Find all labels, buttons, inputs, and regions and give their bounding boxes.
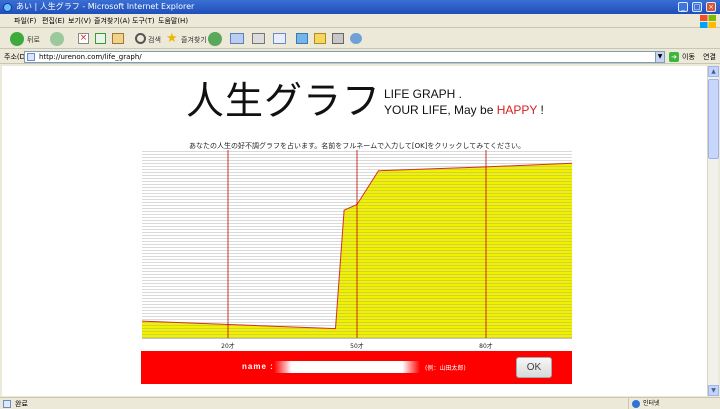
search-icon[interactable] — [135, 33, 146, 44]
home-icon[interactable] — [112, 33, 124, 44]
life-graph-svg: 20才 50才 80才 — [142, 150, 572, 350]
chart-x-tick-label: 80才 — [479, 342, 493, 350]
tagline-prefix: YOUR LIFE, May be — [384, 103, 497, 117]
site-tagline-line2: YOUR LIFE, May be HAPPY ! — [384, 103, 544, 117]
menu-help[interactable]: 도움말(H) — [158, 14, 188, 28]
browser-window: あい | 人生グラフ - Microsoft Internet Explorer… — [0, 0, 720, 409]
discuss-icon[interactable] — [296, 33, 308, 44]
ie-logo-icon — [3, 3, 12, 12]
address-dropdown-icon[interactable]: ▼ — [655, 52, 664, 62]
scroll-thumb[interactable] — [708, 79, 719, 159]
tagline-happy: HAPPY — [496, 103, 538, 117]
research-icon[interactable] — [332, 33, 344, 44]
address-bar: 주소(D) http://urenon.com/life_graph/ ▼ ➔ … — [0, 50, 720, 64]
menu-edit[interactable]: 편집(E) — [42, 14, 65, 28]
edit-icon[interactable] — [273, 33, 286, 44]
name-label: name : — [242, 362, 274, 371]
name-example: (例：山田太郎) — [425, 365, 466, 372]
history-icon[interactable] — [208, 32, 222, 46]
menu-tools[interactable]: 도구(T) — [132, 14, 155, 28]
page-icon — [27, 53, 35, 61]
page-viewport: 人生グラフ LIFE GRAPH . YOUR LIFE, May be HAP… — [2, 66, 707, 396]
maximize-button[interactable]: □ — [692, 2, 702, 12]
life-graph-chart: 20才 50才 80才 — [142, 150, 572, 353]
print-icon[interactable] — [252, 33, 265, 44]
scroll-down-icon[interactable]: ▼ — [708, 385, 719, 396]
go-arrow-icon[interactable]: ➔ — [669, 52, 679, 62]
ok-button[interactable]: OK — [516, 357, 552, 378]
status-text: 완료 — [15, 400, 28, 408]
page-done-icon — [3, 400, 11, 408]
site-tagline-line1: LIFE GRAPH . — [384, 87, 463, 101]
close-button[interactable]: × — [706, 2, 716, 12]
toolbar: 뒤로 × 검색 ★ 즐겨찾기 — [0, 29, 720, 49]
title-bar: あい | 人生グラフ - Microsoft Internet Explorer… — [0, 0, 720, 14]
chart-x-tick-label: 20才 — [221, 342, 235, 350]
links-button[interactable]: 연결 — [703, 50, 716, 64]
internet-globe-icon — [632, 400, 640, 408]
zone-text: 인터넷 — [643, 400, 660, 407]
menu-view[interactable]: 보기(V) — [68, 14, 91, 28]
window-title: あい | 人生グラフ - Microsoft Internet Explorer — [16, 2, 195, 11]
back-arrow-icon[interactable] — [10, 32, 24, 46]
go-button[interactable]: 이동 — [682, 50, 695, 64]
menu-file[interactable]: 파일(F) — [14, 14, 36, 28]
vertical-scrollbar[interactable]: ▲ ▼ — [707, 66, 719, 396]
notes-icon[interactable] — [314, 33, 326, 44]
windows-logo-icon — [700, 15, 716, 28]
favorites-label[interactable]: 즐겨찾기 — [181, 35, 207, 45]
messenger-icon[interactable] — [350, 33, 362, 44]
refresh-icon[interactable] — [95, 33, 106, 44]
forward-arrow-icon[interactable] — [50, 32, 64, 46]
status-bar: 완료 인터넷 — [0, 397, 720, 409]
favorites-star-icon[interactable]: ★ — [166, 32, 178, 48]
back-label[interactable]: 뒤로 — [27, 35, 40, 45]
stop-icon[interactable]: × — [78, 33, 89, 44]
scroll-up-icon[interactable]: ▲ — [708, 66, 719, 77]
name-form: name : (例：山田太郎) OK — [141, 351, 572, 384]
security-zone: 인터넷 — [628, 398, 720, 409]
name-input[interactable] — [274, 361, 420, 373]
address-input[interactable]: http://urenon.com/life_graph/ — [24, 51, 665, 63]
menu-favorites[interactable]: 즐겨찾기(A) — [94, 14, 130, 28]
site-logo-japanese: 人生グラフ — [186, 79, 382, 123]
search-label[interactable]: 검색 — [148, 35, 161, 45]
chart-x-tick-label: 50才 — [350, 342, 364, 350]
address-url[interactable]: http://urenon.com/life_graph/ — [39, 53, 142, 61]
minimize-button[interactable]: _ — [678, 2, 688, 12]
mail-icon[interactable] — [230, 33, 244, 44]
tagline-suffix: ! — [537, 103, 544, 117]
menu-bar: 파일(F) 편집(E) 보기(V) 즐겨찾기(A) 도구(T) 도움말(H) — [0, 14, 720, 28]
